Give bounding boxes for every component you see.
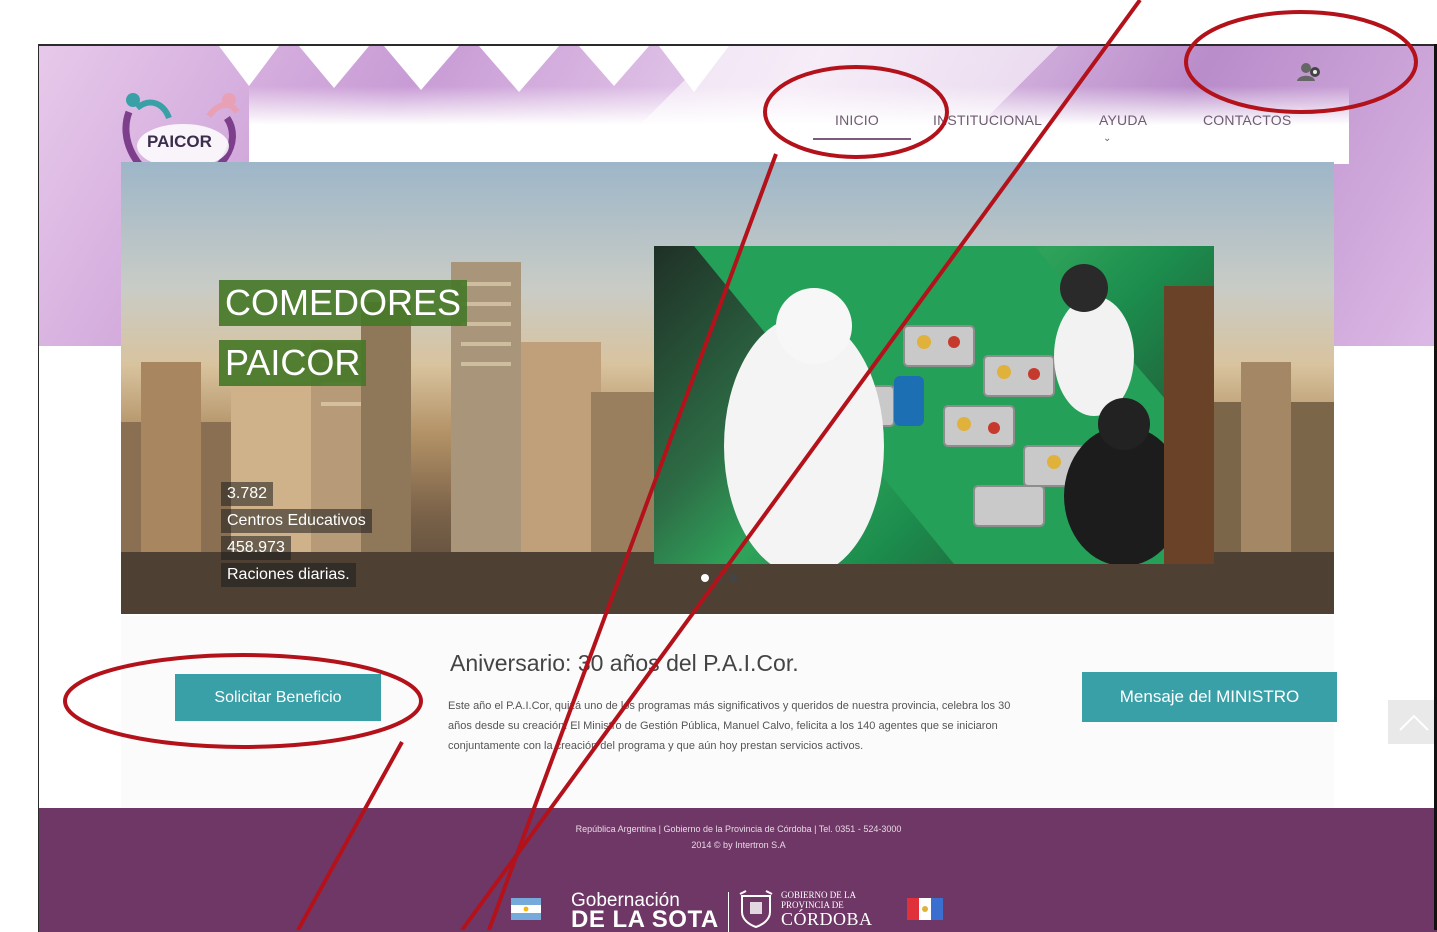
user-icon[interactable] [1296, 62, 1322, 82]
hero-photo [654, 246, 1214, 564]
slider-dot-3[interactable] [729, 574, 737, 582]
nav-item-inicio[interactable]: INICIO [833, 108, 881, 132]
slider-dots [701, 574, 737, 582]
gobierno-cordoba-label: GOBIERNO DE LA PROVINCIA DE CÓRDOBA [781, 890, 873, 928]
stat-centros-label: Centros Educativos [221, 509, 372, 533]
scroll-to-top-button[interactable] [1388, 700, 1437, 744]
hero-title-line-2: PAICOR [219, 340, 367, 386]
news-body: Este año el P.A.I.Cor, quizá uno de los … [448, 700, 1011, 752]
hero-title: COMEDORES PAICOR [219, 280, 468, 400]
cordoba-line-3: CÓRDOBA [781, 909, 873, 929]
stat-centros-value: 3.782 [221, 482, 274, 506]
slider-dot-2[interactable] [715, 574, 723, 582]
slider-dot-1[interactable] [701, 574, 709, 582]
argentina-flag-icon [511, 898, 541, 920]
logo-text: PAICOR [147, 132, 212, 151]
footer-divider [728, 892, 729, 932]
de-la-sota-label: DE LA SOTA [571, 906, 719, 932]
nav-item-contactos[interactable]: CONTACTOS [1203, 108, 1291, 132]
footer-contact-line: República Argentina | Gobierno de la Pro… [575, 824, 902, 834]
stat-raciones-label: Raciones diarias. [221, 563, 356, 587]
nav-item-ayuda-label: AYUDA [1099, 112, 1147, 128]
stat-raciones-value: 458.973 [221, 536, 291, 560]
hero-title-line-1: COMEDORES [219, 280, 468, 326]
news-title[interactable]: Aniversario: 30 años del P.A.I.Cor. [450, 650, 799, 677]
nav-active-underline [813, 138, 911, 140]
hero-stats: 3.782 Centros Educativos 458.973 Racione… [221, 482, 372, 590]
solicitar-beneficio-button[interactable]: Solicitar Beneficio [175, 674, 381, 721]
hero-slider: COMEDORES PAICOR 3.782 Centros Educativo… [121, 162, 1334, 614]
nav-item-ayuda[interactable]: AYUDA ⌄ [1099, 108, 1146, 148]
header-white-band [249, 86, 1349, 164]
cordoba-line-1: GOBIERNO DE LA [781, 890, 856, 900]
footer: República Argentina | Gobierno de la Pro… [39, 808, 1437, 932]
cordoba-crest-icon [739, 890, 773, 928]
cordoba-flag-icon [907, 898, 943, 920]
browser-frame: PAICOR INICIO INSTITUCIONAL AYUDA ⌄ CONT… [38, 44, 1437, 932]
chevron-up-icon [1399, 714, 1429, 731]
chevron-down-icon: ⌄ [1103, 133, 1112, 144]
nav-item-institucional[interactable]: INSTITUCIONAL [933, 108, 1042, 132]
footer-copyright: 2014 © by Intertron S.A [691, 840, 786, 850]
mensaje-ministro-button[interactable]: Mensaje del MINISTRO [1082, 672, 1337, 722]
